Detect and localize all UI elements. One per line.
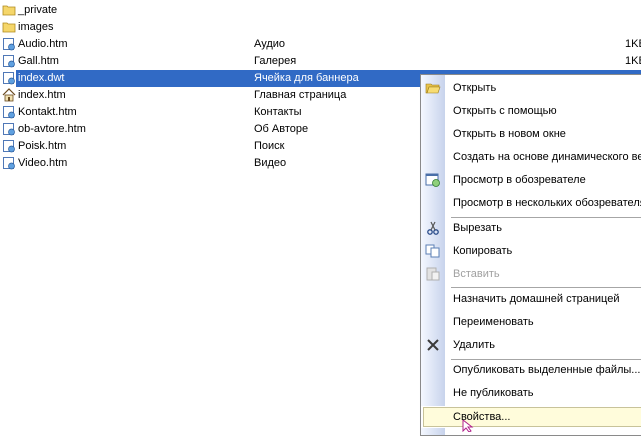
- file-row[interactable]: Gall.htm Галерея 1KB: [0, 53, 641, 70]
- menu-item-open-new-window[interactable]: Открыть в новом окне: [421, 123, 641, 145]
- menu-label: Открыть с помощью: [453, 105, 557, 117]
- web-page-icon: [3, 72, 15, 85]
- context-menu: Открыть Открыть с помощью Открыть в ново…: [420, 74, 641, 436]
- menu-item-cut[interactable]: Вырезать: [421, 217, 641, 239]
- open-folder-icon: [425, 83, 441, 94]
- web-page-icon: [3, 157, 15, 170]
- menu-item-create-dynamic[interactable]: Создать на основе динамического ве: [421, 146, 641, 168]
- file-title: Аудио: [254, 38, 286, 50]
- file-name: ob-avtore.htm: [18, 123, 86, 135]
- menu-label: Открыть: [453, 82, 497, 94]
- web-page-icon: [3, 106, 15, 119]
- menu-label: Просмотр в нескольких обозревателя: [453, 197, 641, 209]
- web-page-icon: [3, 123, 15, 136]
- file-name: Video.htm: [18, 157, 68, 169]
- menu-label: Открыть в новом окне: [453, 128, 566, 140]
- web-page-icon: [3, 140, 15, 153]
- delete-x-icon: [427, 339, 439, 351]
- file-title: Видео: [254, 157, 287, 169]
- file-name: Gall.htm: [18, 55, 59, 67]
- file-title: Поиск: [254, 140, 285, 152]
- menu-item-copy[interactable]: Копировать: [421, 240, 641, 262]
- file-row[interactable]: _private: [0, 2, 641, 19]
- menu-item-dont-publish[interactable]: Не публиковать: [421, 382, 641, 404]
- file-row[interactable]: images: [0, 19, 641, 36]
- browser-preview-icon: [425, 173, 440, 187]
- file-name: index.dwt: [18, 72, 65, 84]
- web-page-icon: [3, 38, 15, 51]
- menu-item-paste[interactable]: Вставить: [421, 263, 641, 285]
- menu-item-open[interactable]: Открыть: [421, 77, 641, 99]
- file-name: Poisk.htm: [18, 140, 67, 152]
- file-title: Контакты: [254, 106, 302, 118]
- menu-item-open-with[interactable]: Открыть с помощью: [421, 100, 641, 122]
- file-title: Об Авторе: [254, 123, 309, 135]
- file-name: images: [18, 21, 54, 33]
- file-name: index.htm: [18, 89, 66, 101]
- menu-label: Копировать: [453, 245, 513, 257]
- menu-item-preview-multiple[interactable]: Просмотр в нескольких обозревателя: [421, 192, 641, 214]
- paste-icon: [426, 267, 440, 281]
- file-title: Главная страница: [254, 89, 347, 101]
- file-size: 1KB: [625, 55, 641, 67]
- folder-icon: [2, 5, 16, 16]
- menu-item-preview-browser[interactable]: Просмотр в обозревателе: [421, 169, 641, 191]
- file-name: Kontakt.htm: [18, 106, 77, 118]
- menu-item-rename[interactable]: Переименовать: [421, 311, 641, 333]
- menu-label: Создать на основе динамического ве: [453, 151, 641, 163]
- menu-label: Удалить: [453, 339, 495, 351]
- file-title: Галерея: [254, 55, 297, 67]
- file-title: Ячейка для баннера: [254, 72, 359, 84]
- home-page-icon: [2, 88, 16, 102]
- web-page-icon: [3, 55, 15, 68]
- copy-icon: [425, 244, 440, 258]
- menu-item-properties[interactable]: Свойства...: [421, 406, 641, 428]
- file-name: Audio.htm: [18, 38, 68, 50]
- menu-label: Не публиковать: [453, 387, 534, 399]
- menu-label: Опубликовать выделенные файлы...: [453, 364, 641, 376]
- menu-item-publish-selected[interactable]: Опубликовать выделенные файлы...: [421, 359, 641, 381]
- folder-icon: [2, 22, 16, 33]
- menu-label: Вырезать: [453, 222, 502, 234]
- file-size: 1KB: [625, 38, 641, 50]
- menu-label: Просмотр в обозревателе: [453, 174, 586, 186]
- menu-label: Переименовать: [453, 316, 534, 328]
- mouse-cursor-icon: [462, 420, 474, 432]
- menu-label: Вставить: [453, 268, 500, 280]
- scissors-icon: [427, 221, 439, 235]
- file-row[interactable]: Audio.htm Аудио 1KB: [0, 36, 641, 53]
- menu-item-set-home[interactable]: Назначить домашней страницей: [421, 288, 641, 310]
- file-name: _private: [18, 4, 58, 16]
- menu-label: Назначить домашней страницей: [453, 293, 620, 305]
- menu-item-delete[interactable]: Удалить: [421, 334, 641, 356]
